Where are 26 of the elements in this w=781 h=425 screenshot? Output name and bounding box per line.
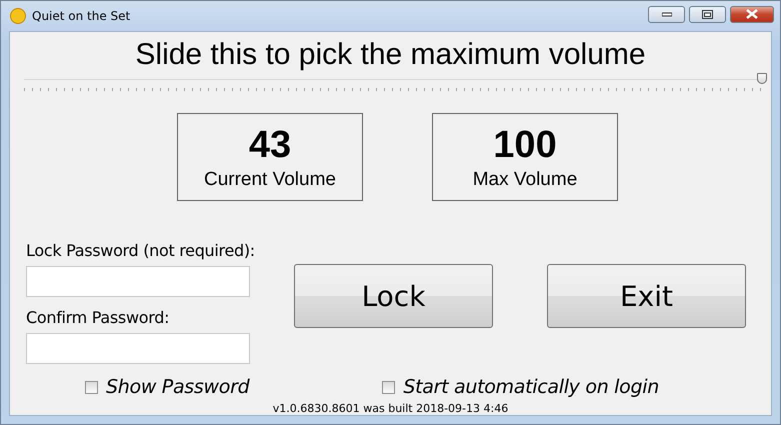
action-button[interactable]: Lock (294, 264, 493, 328)
field-label: Confirm Password: (26, 307, 170, 329)
maximize-icon (702, 10, 713, 18)
close-button[interactable] (730, 6, 774, 22)
volume-caption: Max Volume (472, 169, 578, 191)
checkbox[interactable] (85, 380, 98, 394)
field-label: Lock Password (not required): (26, 240, 255, 262)
maximize-button[interactable] (689, 6, 726, 22)
window-title: Quiet on the Set (32, 9, 132, 23)
action-button[interactable]: Exit (547, 264, 746, 328)
checkbox[interactable] (382, 380, 396, 394)
checkbox-label[interactable]: Start automatically on login (403, 376, 659, 398)
volume-number: 43 (248, 124, 292, 166)
app-icon (10, 8, 26, 24)
volume-number: 100 (493, 124, 557, 166)
volume-slider[interactable] (24, 76, 765, 91)
build-info: v1.0.6830.8601 was built 2018-09-13 4:46 (272, 402, 510, 415)
close-icon (746, 9, 758, 19)
checkbox-label[interactable]: Show Password (106, 376, 250, 398)
volume-caption: Current Volume (204, 169, 336, 191)
password-field[interactable] (26, 333, 250, 364)
password-field[interactable] (26, 266, 250, 297)
slider-thumb[interactable] (757, 73, 767, 84)
heading: Slide this to pick the maximum volume (134, 38, 647, 72)
minimize-icon (662, 11, 672, 17)
minimize-button[interactable] (648, 6, 685, 22)
